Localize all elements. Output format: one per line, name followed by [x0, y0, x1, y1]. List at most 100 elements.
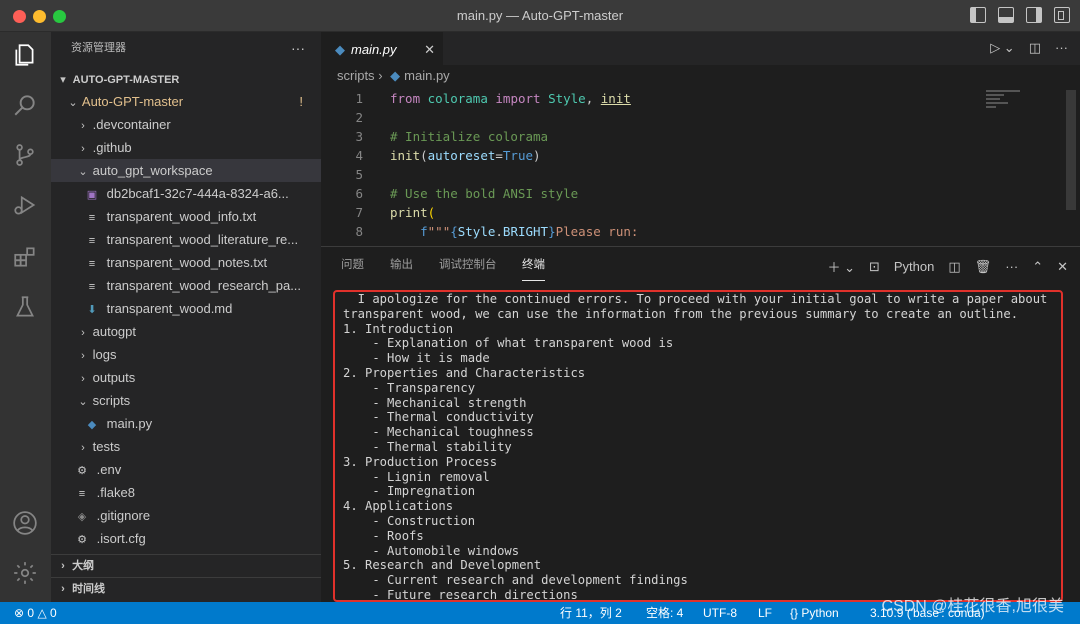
language-label: Python — [801, 606, 839, 620]
tree-root[interactable]: ▾ AUTO-GPT-MASTER — [51, 67, 321, 90]
code-line: 8 f"""{Style.BRIGHT}Please run: — [321, 222, 638, 241]
tree-file-research-paper[interactable]: ≡ transparent_wood_research_pa... — [51, 274, 321, 297]
cursor-position[interactable]: 行 11，列 2 — [560, 602, 622, 624]
file-label: main.py — [106, 416, 153, 431]
chevron-up-icon[interactable]: ⌃ — [1032, 259, 1043, 275]
tree-file-isort-cfg[interactable]: ⚙ .isort.cfg — [51, 527, 321, 550]
tree-file-info-txt[interactable]: ≡ transparent_wood_info.txt — [51, 205, 321, 228]
outline-section[interactable]: › 大纲 — [51, 554, 321, 577]
more-actions-icon[interactable]: ··· — [1005, 259, 1018, 274]
text-file-icon: ≡ — [88, 235, 96, 247]
tree-folder-tests[interactable]: › tests — [51, 435, 321, 458]
code-line: 7 print( — [321, 203, 435, 222]
line-number: 2 — [355, 110, 363, 125]
text-file-icon: ≡ — [88, 281, 96, 293]
chevron-right-icon: › — [81, 120, 85, 132]
tree-folder-auto-gpt-workspace[interactable]: ⌄ auto_gpt_workspace — [51, 159, 321, 182]
close-tab-icon[interactable]: ✕ — [424, 33, 435, 66]
minimap[interactable] — [986, 90, 1026, 120]
tree-folder-devcontainer[interactable]: › .devcontainer — [51, 113, 321, 136]
text-file-icon: ≡ — [88, 258, 96, 270]
code-line: 3 # Initialize colorama — [321, 127, 548, 146]
tree-folder-outputs[interactable]: › outputs — [51, 366, 321, 389]
toggle-panel-icon[interactable] — [998, 7, 1014, 23]
tab-output[interactable]: 输出 — [390, 247, 413, 283]
folder-label: tests — [92, 439, 121, 454]
file-label: transparent_wood.md — [106, 301, 233, 316]
trash-icon[interactable]: 🗑 — [975, 259, 992, 275]
image-file-icon: ▣ — [86, 189, 98, 201]
code-editor[interactable]: 1 from colorama import Style, init 2 3 # I… — [321, 87, 1080, 246]
python-file-icon: ◆ — [390, 68, 401, 83]
language-mode[interactable]: {} Python — [790, 602, 839, 624]
toggle-sidebar-icon[interactable] — [970, 7, 986, 23]
terminal-icon[interactable]: ⊡ — [869, 259, 880, 275]
indentation-status[interactable]: 空格: 4 — [646, 602, 683, 624]
tree-file-main-py[interactable]: ◆ main.py — [51, 412, 321, 435]
warning-icon: △ — [37, 606, 47, 620]
tab-problems[interactable]: 问题 — [341, 247, 364, 283]
tree-folder-auto-gpt-master[interactable]: ⌄ Auto-GPT-master ! — [51, 90, 321, 113]
extensions-icon[interactable] — [12, 244, 38, 270]
tree-folder-scripts[interactable]: ⌄ scripts — [51, 389, 321, 412]
tree-file-literature[interactable]: ≡ transparent_wood_literature_re... — [51, 228, 321, 251]
terminal-highlight-box: I apologize for the continued errors. To… — [333, 290, 1063, 602]
customize-layout-icon[interactable] — [1054, 7, 1070, 23]
tree-folder-github[interactable]: › .github — [51, 136, 321, 159]
error-icon: ⊗ — [14, 606, 25, 620]
explorer-title: 资源管理器 — [71, 42, 126, 54]
chevron-down-icon: ⌄ — [78, 166, 88, 178]
file-label: transparent_wood_notes.txt — [106, 255, 268, 270]
run-python-file-icon[interactable]: ▷ ⌄ — [990, 40, 1015, 56]
text-file-icon: ≡ — [88, 212, 96, 224]
breadcrumb-folder[interactable]: scripts — [337, 68, 375, 83]
workspace-root-label: AUTO-GPT-MASTER — [72, 74, 180, 86]
git-file-icon: ◈ — [77, 511, 87, 523]
source-control-icon[interactable] — [12, 142, 38, 168]
tab-terminal[interactable]: 终端 — [522, 247, 545, 281]
new-terminal-icon[interactable]: ＋ ⌄ — [827, 257, 855, 276]
account-icon[interactable] — [12, 510, 38, 536]
file-label: .isort.cfg — [96, 531, 146, 546]
tree-file-env[interactable]: ⚙ .env — [51, 458, 321, 481]
editor-scrollbar[interactable] — [1066, 90, 1076, 210]
error-count: 0 — [27, 606, 35, 620]
encoding-status[interactable]: UTF-8 — [703, 602, 737, 624]
terminal-output[interactable]: I apologize for the continued errors. To… — [335, 292, 1061, 600]
eol-status[interactable]: LF — [758, 602, 772, 624]
more-actions-icon[interactable]: ··· — [291, 32, 305, 64]
line-number: 8 — [355, 224, 363, 239]
braces-icon: {} — [790, 606, 799, 620]
tab-main-py[interactable]: ◆ main.py ✕ — [321, 32, 443, 65]
tree-file-flake8[interactable]: ≡ .flake8 — [51, 481, 321, 504]
folder-label: .github — [92, 140, 132, 155]
problems-status[interactable]: ⊗ 0 △ 0 — [14, 602, 57, 624]
run-debug-icon[interactable] — [12, 192, 38, 218]
breadcrumb-file[interactable]: main.py — [404, 68, 450, 83]
split-terminal-icon[interactable]: ◫ — [948, 259, 960, 275]
tree-folder-logs[interactable]: › logs — [51, 343, 321, 366]
window-title: main.py — Auto-GPT-master — [456, 8, 624, 23]
terminal-shell-label[interactable]: Python — [894, 259, 934, 274]
folder-label: scripts — [92, 393, 131, 408]
search-icon[interactable] — [12, 92, 38, 118]
markdown-file-icon: ⬇ — [87, 304, 97, 316]
toggle-secondary-sidebar-icon[interactable] — [1026, 7, 1042, 23]
editor-tab-bar: ◆ main.py ✕ ▷ ⌄ ◫ ··· — [321, 32, 1080, 65]
explorer-icon[interactable] — [12, 42, 38, 68]
more-actions-icon[interactable]: ··· — [1055, 40, 1068, 56]
explorer-header: 资源管理器 ··· — [51, 32, 321, 64]
close-panel-icon[interactable]: ✕ — [1057, 259, 1068, 275]
testing-icon[interactable] — [12, 294, 38, 320]
timeline-section[interactable]: › 时间线 — [51, 577, 321, 600]
tab-debug-console[interactable]: 调试控制台 — [439, 247, 497, 283]
tree-file-md[interactable]: ⬇ transparent_wood.md — [51, 297, 321, 320]
tree-folder-autogpt[interactable]: › autogpt — [51, 320, 321, 343]
settings-gear-icon[interactable] — [12, 560, 38, 586]
tree-file-notes-txt[interactable]: ≡ transparent_wood_notes.txt — [51, 251, 321, 274]
file-label: transparent_wood_research_pa... — [106, 278, 302, 293]
split-editor-icon[interactable]: ◫ — [1029, 40, 1041, 56]
tree-file-gitignore[interactable]: ◈ .gitignore — [51, 504, 321, 527]
file-label: transparent_wood_literature_re... — [106, 232, 299, 247]
tree-file-image[interactable]: ▣ db2bcaf1-32c7-444a-8324-a6... — [51, 182, 321, 205]
